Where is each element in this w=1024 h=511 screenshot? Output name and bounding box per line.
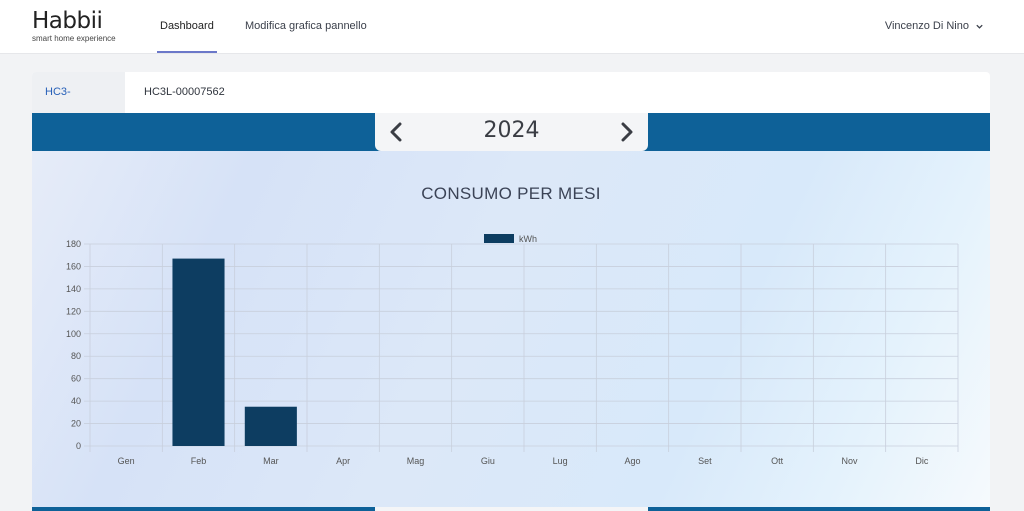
y-tick-label: 0 (76, 441, 81, 451)
x-tick-label: Nov (841, 456, 858, 466)
x-tick-label: Dic (915, 456, 928, 466)
device-tabs: HC3-CARVIN HC3L-00007562 (32, 72, 990, 138)
brand-tagline: smart home experience (32, 34, 116, 43)
year-selector: 2024 (375, 113, 648, 151)
chart-area: CONSUMO PER MESI kWh 0 20 40 60 80 100 120 140 16… (32, 151, 990, 507)
chevron-right-icon[interactable] (614, 120, 638, 144)
y-tick-label: 80 (71, 351, 81, 361)
nav-dashboard[interactable]: Dashboard (160, 20, 214, 32)
x-tick-label: Apr (336, 456, 350, 466)
bottom-year-box (375, 507, 648, 511)
y-tick-label: 140 (66, 284, 81, 294)
user-menu[interactable]: Vincenzo Di Nino (885, 20, 984, 32)
legend-swatch-kwh (484, 234, 514, 243)
tab-hc3-carvin[interactable]: HC3-CARVIN (32, 72, 125, 138)
brand-name: Habbii (32, 8, 103, 34)
x-tick-label: Feb (191, 456, 207, 466)
bar-mar (244, 406, 297, 446)
bar-feb (172, 258, 225, 446)
nav-modifica-grafica[interactable]: Modifica grafica pannello (245, 20, 367, 32)
y-tick-label: 180 (66, 239, 81, 249)
y-tick-label: 20 (71, 419, 81, 429)
dashboard-card: HC3-CARVIN HC3L-00007562 2024 CONSUMO PE… (32, 72, 990, 511)
nav-active-indicator (157, 51, 217, 53)
x-tick-label: Mar (263, 456, 279, 466)
brand-logo[interactable]: Habbii smart home experience (32, 9, 116, 43)
x-tick-label: Gen (118, 456, 135, 466)
x-tick-label: Mag (407, 456, 425, 466)
tab-hc3l-00007562[interactable]: HC3L-00007562 (131, 72, 238, 113)
legend-label-kwh: kWh (519, 234, 537, 244)
x-tick-label: Lug (553, 456, 568, 466)
y-tick-label: 40 (71, 396, 81, 406)
user-name: Vincenzo Di Nino (884, 20, 969, 32)
year-display: 2024 (483, 118, 540, 143)
year-selector-bar: 2024 (32, 113, 990, 151)
y-tick-label: 100 (66, 329, 81, 339)
bottom-year-bar (32, 507, 990, 511)
x-tick-label: Giu (481, 456, 495, 466)
chevron-down-icon (976, 24, 983, 29)
consumption-bar-chart: kWh 0 20 40 60 80 100 120 140 160 180 Gen Feb Mar Apr M… (66, 234, 959, 466)
top-navbar: Habbii smart home experience Dashboard M… (0, 0, 1024, 54)
x-tick-label: Ago (624, 456, 640, 466)
x-tick-label: Set (698, 456, 712, 466)
y-tick-label: 160 (66, 261, 81, 271)
x-tick-label: Ott (771, 456, 784, 466)
y-tick-label: 60 (71, 374, 81, 384)
y-tick-label: 120 (66, 306, 81, 316)
